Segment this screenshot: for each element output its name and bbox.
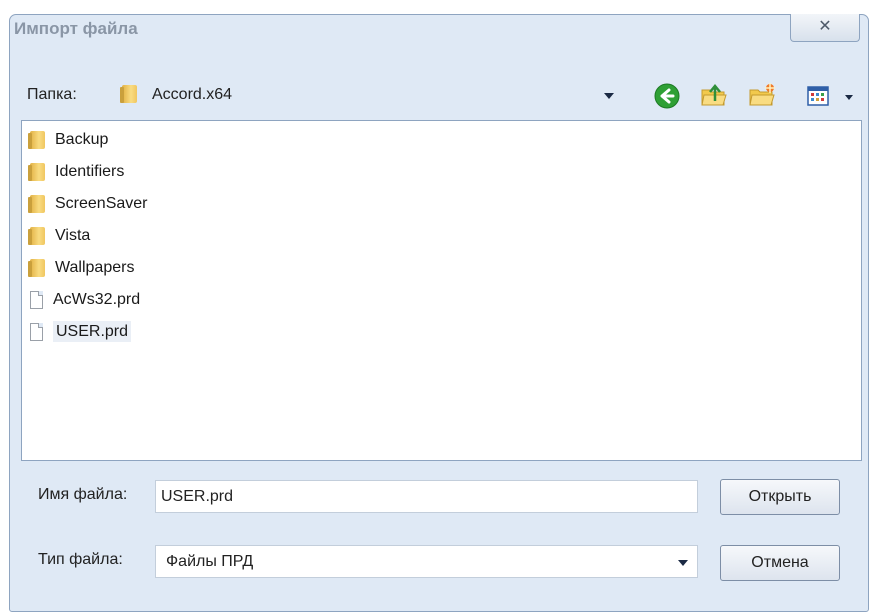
chevron-down-icon [678, 560, 688, 566]
folder-icon [28, 194, 45, 213]
folder-value: Accord.x64 [152, 86, 233, 103]
filename-label: Имя файла: [38, 486, 128, 503]
chevron-down-icon [604, 93, 614, 99]
folder-icon [28, 258, 45, 277]
file-icon [30, 290, 43, 309]
folder-icon [28, 162, 45, 181]
list-item-acws32[interactable]: AcWs32.prd [30, 286, 140, 314]
list-item-wallpapers[interactable]: Wallpapers [28, 254, 135, 282]
view-chevron-down-icon [845, 95, 853, 100]
filename-input[interactable] [155, 480, 698, 513]
folder-label: Папка: [27, 86, 77, 103]
folder-combobox[interactable]: Accord.x64 [105, 76, 625, 110]
list-item-screensaver[interactable]: ScreenSaver [28, 190, 148, 218]
dialog-title: Импорт файла [14, 19, 138, 38]
view-menu-icon [807, 86, 829, 106]
up-folder-icon [701, 84, 727, 106]
folder-icon [28, 226, 45, 245]
folder-icon [28, 130, 45, 149]
open-button[interactable]: Открыть [720, 479, 840, 515]
file-list[interactable]: Backup Identifiers ScreenSaver Vista Wal… [21, 120, 862, 461]
list-item-label: Wallpapers [55, 259, 135, 276]
back-button[interactable] [651, 81, 685, 111]
list-item-backup[interactable]: Backup [28, 126, 109, 154]
close-button[interactable]: ✕ [790, 14, 860, 42]
list-item-label: Backup [55, 131, 109, 148]
list-item-identifiers[interactable]: Identifiers [28, 158, 125, 186]
back-icon [654, 83, 680, 109]
new-folder-icon [749, 83, 775, 106]
folder-icon [120, 85, 137, 103]
filetype-value: Файлы ПРД [166, 553, 254, 570]
view-menu-button[interactable] [801, 81, 857, 111]
list-item-label: ScreenSaver [55, 195, 148, 212]
up-folder-button[interactable] [699, 81, 733, 111]
filetype-select[interactable]: Файлы ПРД [155, 545, 698, 578]
list-item-user[interactable]: USER.prd [30, 318, 132, 346]
new-folder-button[interactable] [745, 81, 779, 111]
list-item-vista[interactable]: Vista [28, 222, 91, 250]
list-item-label: Identifiers [55, 163, 125, 180]
list-item-label: AcWs32.prd [53, 291, 141, 308]
list-item-label: Vista [55, 227, 91, 244]
folder-toolbar: Папка: Accord.x64 [23, 73, 861, 117]
file-icon [30, 322, 43, 341]
list-item-label: USER.prd [53, 321, 132, 342]
close-icon: ✕ [818, 18, 832, 35]
filetype-label: Тип файла: [38, 551, 123, 568]
cancel-button[interactable]: Отмена [720, 545, 840, 581]
